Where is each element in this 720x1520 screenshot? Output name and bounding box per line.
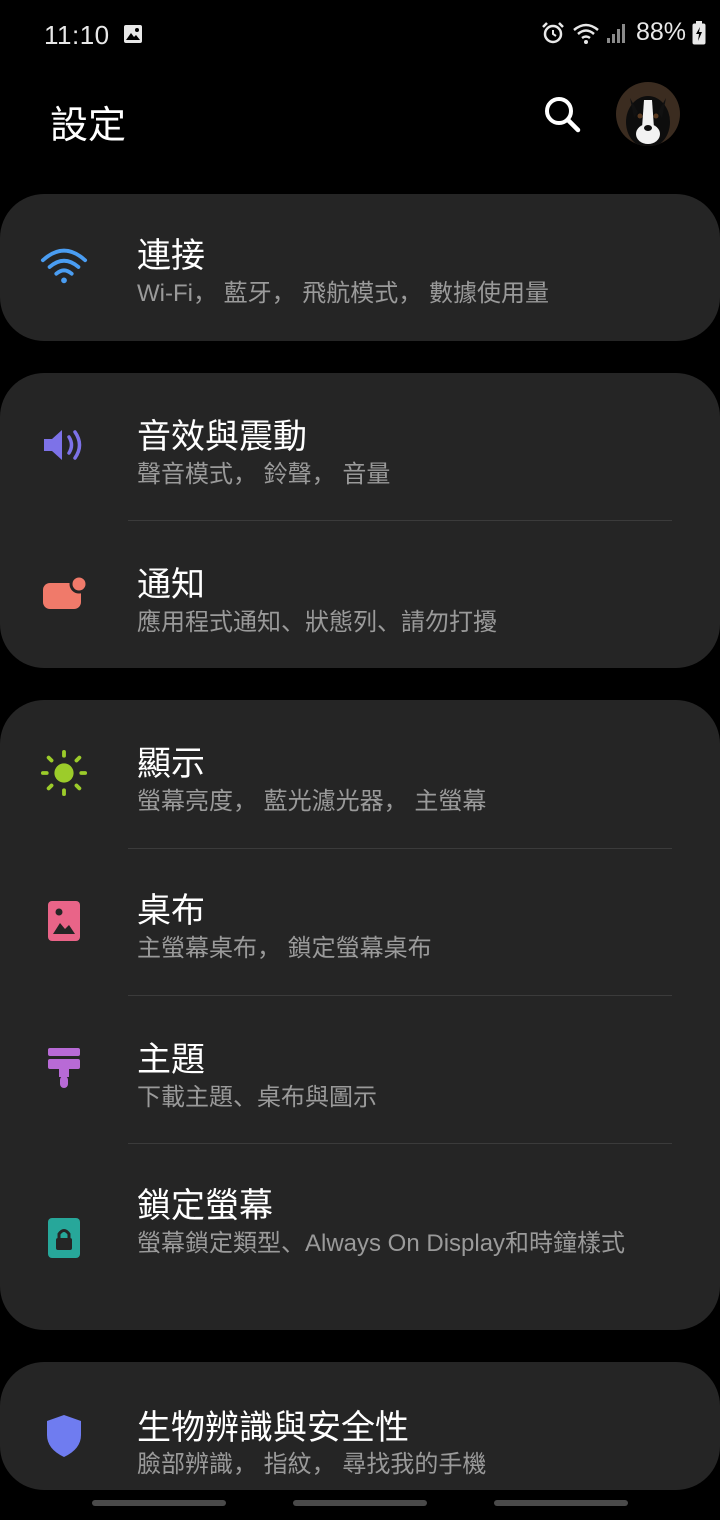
- settings-item-title: 桌布: [137, 892, 205, 930]
- lock-icon: [40, 1214, 88, 1262]
- settings-item-title: 生物辨識與安全性: [137, 1409, 409, 1447]
- settings-item-subtitle: 下載主題、桌布與圖示: [137, 1084, 377, 1111]
- wifi-icon: [40, 242, 88, 290]
- search-icon: [545, 97, 581, 133]
- alarm-icon: [540, 20, 566, 46]
- settings-item-subtitle: Wi-Fi， 藍牙， 飛航模式， 數據使用量: [137, 280, 549, 307]
- settings-item-title: 主題: [137, 1041, 205, 1079]
- wallpaper-icon: [40, 897, 88, 945]
- app-header: 設定: [0, 70, 720, 180]
- status-bar: 11:10 88%: [0, 0, 720, 70]
- settings-item-security[interactable]: 生物辨識與安全性 臉部辨識， 指紋， 尋找我的手機: [0, 1362, 720, 1490]
- gallery-icon: [123, 24, 143, 44]
- settings-card-connections: 連接 Wi-Fi， 藍牙， 飛航模式， 數據使用量: [0, 194, 720, 341]
- navigation-bar: [0, 1490, 720, 1520]
- settings-item-title: 顯示: [137, 745, 205, 783]
- notification-icon: [40, 569, 88, 617]
- nav-back-button[interactable]: [494, 1500, 628, 1506]
- settings-item-display[interactable]: 顯示 螢幕亮度， 藍光濾光器， 主螢幕: [0, 700, 720, 847]
- settings-item-title: 鎖定螢幕: [137, 1187, 273, 1225]
- settings-item-title: 通知: [137, 566, 205, 604]
- settings-card-display: 顯示 螢幕亮度， 藍光濾光器， 主螢幕 桌布 主螢幕桌布， 鎖定螢幕桌布 主題 …: [0, 700, 720, 1330]
- status-icons: 88%: [540, 18, 706, 47]
- settings-card-security: 生物辨識與安全性 臉部辨識， 指紋， 尋找我的手機: [0, 1362, 720, 1490]
- settings-item-notifications[interactable]: 通知 應用程式通知、狀態列、請勿打擾: [0, 521, 720, 668]
- search-button[interactable]: [540, 92, 584, 136]
- page-title: 設定: [50, 105, 127, 147]
- settings-item-wallpaper[interactable]: 桌布 主螢幕桌布， 鎖定螢幕桌布: [0, 849, 720, 996]
- settings-item-subtitle: 螢幕亮度， 藍光濾光器， 主螢幕: [137, 788, 487, 815]
- battery-percent: 88%: [635, 18, 686, 46]
- status-time: 11:10: [44, 20, 110, 50]
- nav-home-button[interactable]: [293, 1500, 427, 1506]
- shield-icon: [40, 1412, 88, 1460]
- settings-item-title: 音效與震動: [137, 418, 307, 456]
- settings-item-subtitle: 螢幕鎖定類型、Always On Display和時鐘樣式: [137, 1230, 626, 1257]
- settings-item-themes[interactable]: 主題 下載主題、桌布與圖示: [0, 996, 720, 1143]
- wifi-icon: [572, 21, 600, 45]
- settings-card-sound: 音效與震動 聲音模式， 鈴聲， 音量 通知 應用程式通知、狀態列、請勿打擾: [0, 373, 720, 668]
- volume-icon: [40, 421, 88, 469]
- settings-item-lock-screen[interactable]: 鎖定螢幕 螢幕鎖定類型、Always On Display和時鐘樣式: [0, 1144, 720, 1330]
- settings-item-subtitle: 主螢幕桌布， 鎖定螢幕桌布: [137, 935, 432, 962]
- settings-item-subtitle: 臉部辨識， 指紋， 尋找我的手機: [137, 1451, 487, 1478]
- brightness-icon: [40, 749, 88, 797]
- settings-item-subtitle: 應用程式通知、狀態列、請勿打擾: [137, 609, 497, 636]
- battery-charging-icon: [692, 20, 706, 45]
- settings-item-connections[interactable]: 連接 Wi-Fi， 藍牙， 飛航模式， 數據使用量: [0, 194, 720, 341]
- settings-item-subtitle: 聲音模式， 鈴聲， 音量: [137, 461, 391, 488]
- settings-item-title: 連接: [137, 237, 205, 275]
- theme-brush-icon: [40, 1044, 88, 1092]
- avatar[interactable]: [616, 82, 680, 146]
- signal-icon: [606, 22, 626, 44]
- settings-item-sound[interactable]: 音效與震動 聲音模式， 鈴聲， 音量: [0, 373, 720, 520]
- nav-recents-button[interactable]: [92, 1500, 226, 1506]
